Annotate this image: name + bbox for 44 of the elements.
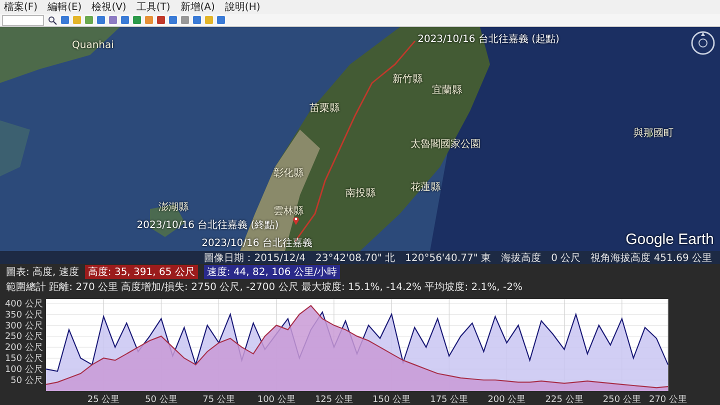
map-label: 彰化縣: [274, 168, 304, 180]
status-text: 圖像日期：2015/12/4: [204, 252, 306, 264]
y-tick-label: 150 公尺: [4, 354, 43, 364]
map-label: 宜蘭縣: [432, 85, 462, 96]
map-label: 新竹縣: [392, 74, 422, 86]
status-text: 120°56'40.77" 東: [405, 252, 492, 264]
x-tick-label: 150 公里: [372, 395, 411, 405]
map-label: Quanhai: [72, 40, 114, 52]
y-tick-label: 100 公尺: [4, 365, 43, 376]
x-tick-label: 25 公里: [87, 395, 120, 405]
x-tick-label: 175 公里: [430, 395, 468, 405]
google-earth-logo: Google Earth: [626, 231, 714, 248]
y-tick-label: 250 公尺: [4, 332, 43, 342]
y-tick-label: 200 公尺: [4, 343, 43, 354]
x-tick-label: 200 公里: [488, 395, 526, 405]
y-tick-label: 300 公尺: [4, 321, 43, 332]
x-tick-label: 270 公里: [648, 395, 688, 405]
map-label: 雲林縣: [274, 206, 304, 218]
elevation-stats: 高度: 35, 391, 65 公尺: [84, 265, 198, 279]
map-label: 2023/10/16 台北往嘉義 (起點): [418, 34, 560, 45]
x-tick-label: 250 公里: [602, 395, 641, 405]
y-tick-label: 400 公尺: [4, 299, 43, 310]
x-tick-label: 50 公里: [145, 395, 178, 405]
map-label: 2023/10/16 台北往嘉義 (終點): [136, 220, 279, 231]
map-label: 花蓮縣: [410, 182, 440, 193]
x-tick-label: 125 公里: [314, 395, 353, 405]
status-text: 23°42'08.70" 北: [316, 252, 396, 264]
x-tick-label: 75 公里: [202, 395, 235, 405]
x-tick-label: 100 公里: [257, 395, 296, 405]
speed-stats: 速度: 44, 82, 106 公里/小時: [204, 265, 340, 279]
map-label: 2023/10/16 台北往嘉義: [202, 238, 312, 249]
map-label: 苗栗縣: [310, 103, 340, 114]
map-label: 澎湖縣: [158, 202, 188, 213]
map-label: 太魯閣國家公園: [410, 139, 480, 150]
map-label: 南投縣: [346, 188, 376, 200]
profile-summary: 範圍總計 距離: 270 公里 高度增加/損失: 2750 公尺, -2700 公尺 最大坡度: 15.1%, -14.2% 平均坡度: 2.1%, -2%: [6, 280, 524, 294]
profile-title: 圖表: 高度, 速度: [6, 266, 79, 279]
status-text: 0 公尺: [551, 252, 581, 264]
x-tick-label: 225 公里: [545, 395, 584, 405]
status-text: 海拔高度: [501, 252, 542, 264]
status-text: 視角海拔高度 451.69 公里: [590, 252, 712, 264]
map-label: 與那國町: [634, 128, 674, 139]
y-tick-label: 50 公尺: [10, 376, 43, 386]
y-tick-label: 350 公尺: [4, 310, 43, 320]
